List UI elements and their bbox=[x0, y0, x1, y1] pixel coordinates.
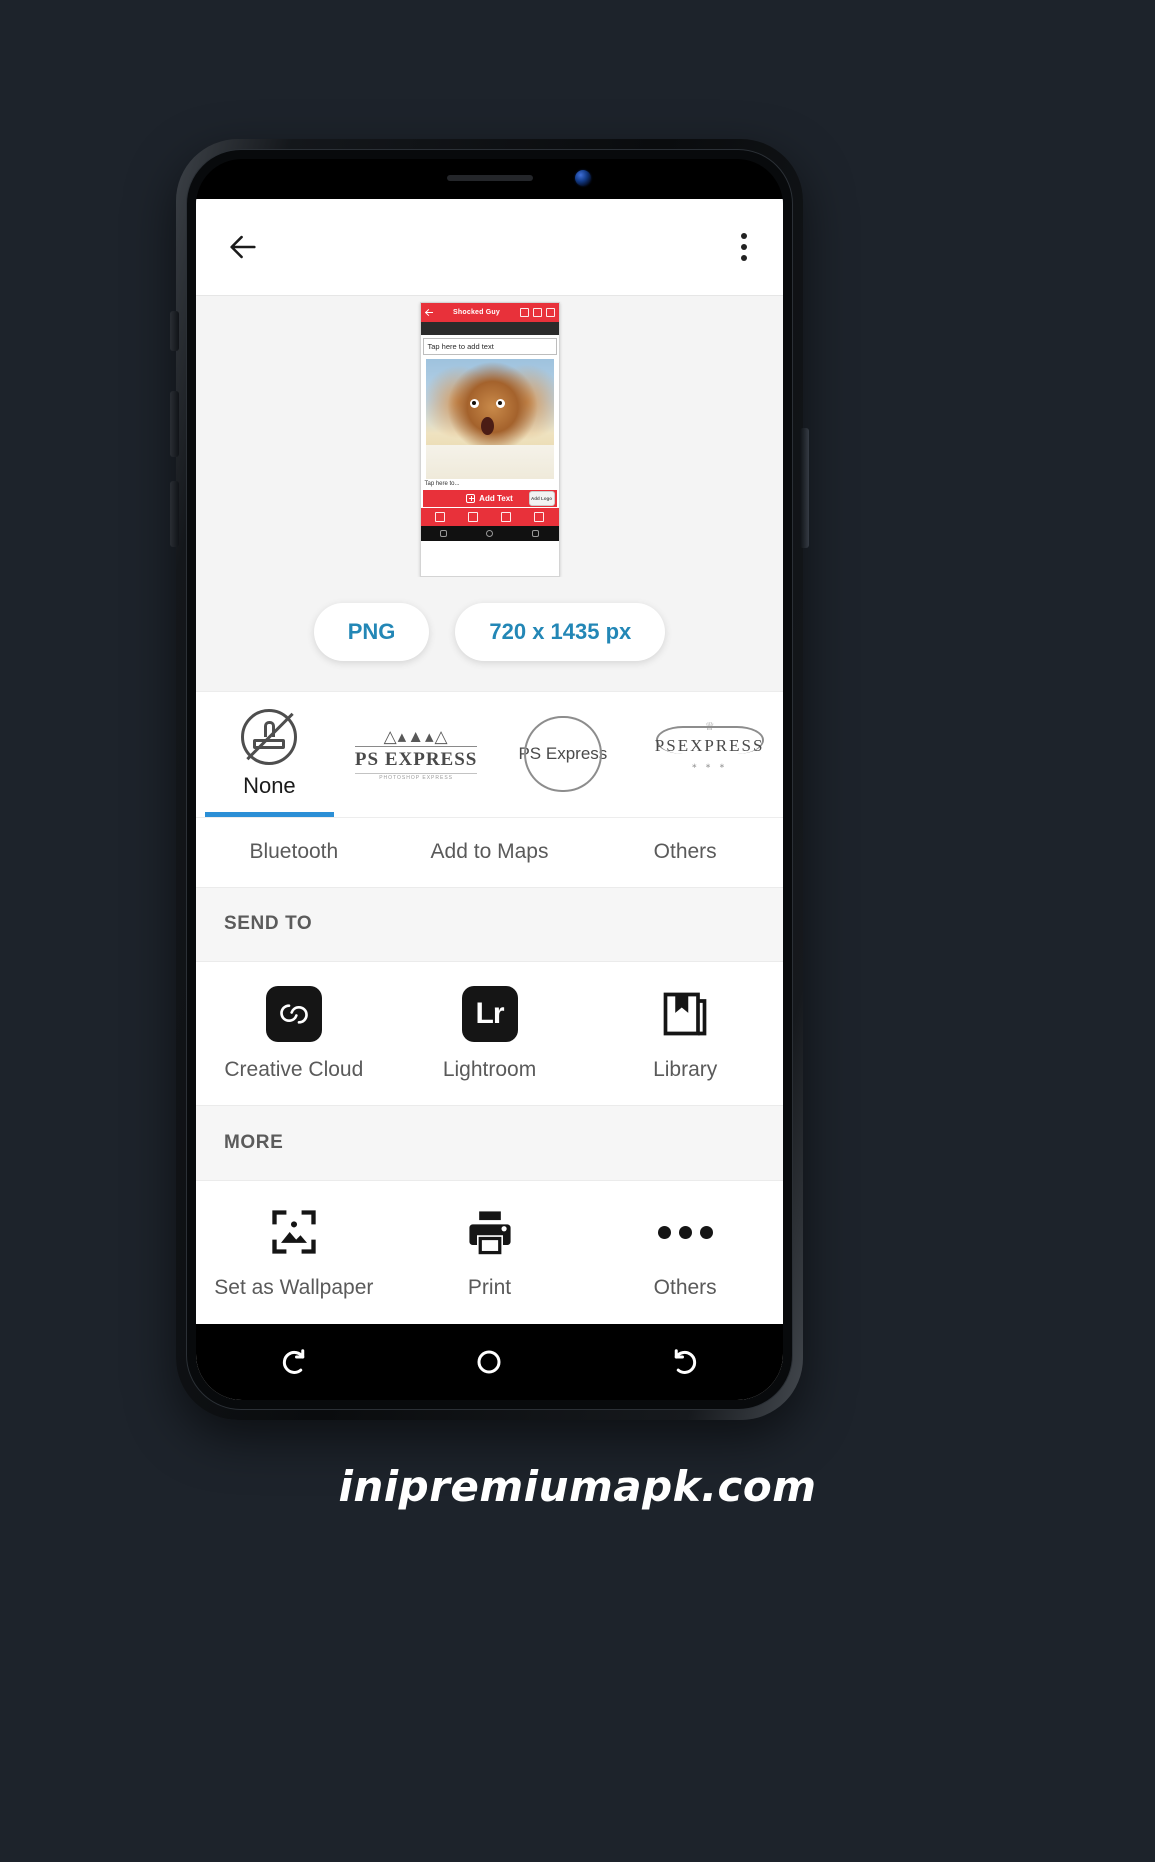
thumb-share-icon bbox=[545, 307, 555, 317]
phone-button-power[interactable] bbox=[800, 428, 809, 548]
send-to-library-label: Library bbox=[653, 1057, 718, 1081]
watermark-logo3-label: PSEXPRESS bbox=[654, 736, 765, 756]
thumb-add-logo-chip: Add Logo bbox=[528, 490, 555, 506]
send-to-creative-cloud[interactable]: Creative Cloud bbox=[196, 985, 392, 1082]
phone-button-mute[interactable] bbox=[170, 311, 179, 351]
back-arrow-icon[interactable] bbox=[226, 230, 260, 264]
dimensions-pill[interactable]: 720 x 1435 px bbox=[455, 602, 666, 661]
wallpaper-icon bbox=[266, 1204, 322, 1260]
library-icon bbox=[657, 986, 713, 1042]
share-target-others[interactable]: Others bbox=[587, 840, 783, 864]
thumb-undo-icon bbox=[532, 307, 542, 317]
nav-back-icon[interactable] bbox=[670, 1347, 700, 1377]
android-navigation-bar bbox=[196, 1324, 783, 1400]
lightroom-icon: Lr bbox=[461, 985, 518, 1042]
more-print-label: Print bbox=[467, 1276, 512, 1300]
format-pill[interactable]: PNG bbox=[313, 602, 430, 661]
more-others[interactable]: Others bbox=[587, 1204, 783, 1300]
no-stamp-icon bbox=[241, 709, 298, 766]
mountain-glyph: △▴▲▴△ bbox=[383, 726, 449, 746]
photoshop-express-share-screen: Shocked Guy Tap here to add text Tap her… bbox=[196, 199, 783, 1400]
more-row: Set as Wallpaper Print Others bbox=[196, 1180, 783, 1325]
phone-button-volume-up[interactable] bbox=[170, 391, 179, 457]
thumb-nav-recents-icon bbox=[440, 529, 447, 537]
export-preview-thumbnail[interactable]: Shocked Guy Tap here to add text Tap her… bbox=[419, 301, 560, 577]
thumb-android-nav bbox=[420, 525, 559, 541]
thumb-photo-eye-left bbox=[469, 398, 479, 408]
thumb-tool-text-icon bbox=[435, 511, 445, 522]
thumb-text-placeholder: Tap here to add text bbox=[422, 337, 557, 355]
site-watermark: inipremiumapk.com bbox=[338, 1462, 817, 1511]
thumb-add-text-button: Add Text Add Logo bbox=[422, 489, 557, 507]
arc-logo-icon: PS Express bbox=[510, 716, 615, 793]
thumb-photo-shirt bbox=[425, 444, 554, 479]
send-to-creative-cloud-label: Creative Cloud bbox=[224, 1057, 364, 1081]
thumb-title: Shocked Guy bbox=[453, 308, 500, 316]
thumb-dark-strip bbox=[420, 321, 559, 335]
thumb-caption: Tap here to... bbox=[420, 478, 559, 489]
thumb-tool-style-icon bbox=[534, 511, 544, 522]
earpiece-speaker bbox=[446, 175, 533, 181]
thumb-toolbar bbox=[420, 507, 559, 526]
screenshot-root: Shocked Guy Tap here to add text Tap her… bbox=[0, 0, 1155, 1862]
watermark-none-label: None bbox=[243, 773, 296, 799]
send-to-header: SEND TO bbox=[196, 886, 783, 963]
watermark-logo1-label: PS EXPRESS bbox=[354, 745, 478, 771]
export-options-row: PNG 720 x 1435 px bbox=[313, 576, 666, 691]
share-target-bluetooth[interactable]: Bluetooth bbox=[196, 840, 392, 864]
preview-area: Shocked Guy Tap here to add text Tap her… bbox=[196, 295, 783, 691]
thumb-save-icon bbox=[519, 307, 529, 317]
send-to-row: Creative Cloud Lr Lightroom Library bbox=[196, 962, 783, 1106]
more-set-as-wallpaper[interactable]: Set as Wallpaper bbox=[196, 1204, 392, 1300]
thumb-photo bbox=[425, 358, 554, 479]
send-to-library[interactable]: Library bbox=[587, 986, 783, 1082]
send-to-lightroom[interactable]: Lr Lightroom bbox=[392, 985, 588, 1082]
recents-icon[interactable] bbox=[279, 1347, 309, 1377]
phone-notch bbox=[330, 159, 649, 199]
front-camera-icon bbox=[574, 170, 591, 186]
thumb-tool-crop-icon bbox=[468, 511, 478, 522]
creative-cloud-icon bbox=[265, 985, 322, 1042]
watermark-selected-indicator bbox=[204, 811, 334, 817]
quick-share-row: Bluetooth Add to Maps Others bbox=[196, 816, 783, 887]
thumb-add-text-label: Add Text bbox=[479, 493, 513, 503]
watermark-logo1-sub: PHOTOSHOP EXPRESS bbox=[354, 772, 478, 781]
more-set-as-wallpaper-label: Set as Wallpaper bbox=[214, 1276, 374, 1300]
watermark-option-ps-express-arc[interactable]: PS Express bbox=[490, 692, 637, 817]
thumb-nav-home-icon bbox=[486, 529, 493, 537]
ellipsis-icon bbox=[657, 1204, 713, 1260]
phone-screen: Shocked Guy Tap here to add text Tap her… bbox=[196, 159, 783, 1400]
printer-icon bbox=[462, 1204, 518, 1260]
watermark-option-psexpress-crown[interactable]: ♕ PSEXPRESS ∗ ∗ ∗ bbox=[636, 692, 783, 817]
thumb-back-icon bbox=[425, 308, 434, 317]
stars-glyph: ∗ ∗ ∗ bbox=[691, 763, 728, 771]
share-target-add-to-maps[interactable]: Add to Maps bbox=[392, 840, 588, 864]
plus-icon bbox=[466, 493, 476, 503]
watermark-selector-row: None △▴▲▴△ PS EXPRESS PHOTOSHOP EXPRESS … bbox=[196, 690, 783, 817]
more-header: MORE bbox=[196, 1105, 783, 1181]
thumb-photo-eye-right bbox=[495, 398, 505, 408]
thumb-tool-align-icon bbox=[501, 511, 511, 522]
watermark-option-ps-express-mountain[interactable]: △▴▲▴△ PS EXPRESS PHOTOSHOP EXPRESS bbox=[343, 692, 490, 817]
phone-button-volume-down[interactable] bbox=[170, 481, 179, 547]
overflow-menu-icon[interactable] bbox=[735, 227, 753, 267]
more-print[interactable]: Print bbox=[392, 1204, 588, 1300]
watermark-option-none[interactable]: None bbox=[196, 692, 343, 817]
app-bar bbox=[196, 199, 783, 295]
crown-logo-icon: ♕ PSEXPRESS ∗ ∗ ∗ bbox=[650, 720, 770, 788]
mountain-logo-icon: △▴▲▴△ PS EXPRESS PHOTOSHOP EXPRESS bbox=[354, 726, 478, 781]
thumb-photo-mouth bbox=[480, 416, 494, 435]
more-others-label: Others bbox=[653, 1276, 717, 1300]
thumb-nav-back-icon bbox=[532, 529, 539, 537]
thumb-topbar: Shocked Guy bbox=[420, 302, 559, 322]
send-to-lightroom-label: Lightroom bbox=[442, 1057, 537, 1081]
home-icon[interactable] bbox=[474, 1347, 504, 1377]
crown-glyph: ♕ bbox=[704, 721, 715, 734]
